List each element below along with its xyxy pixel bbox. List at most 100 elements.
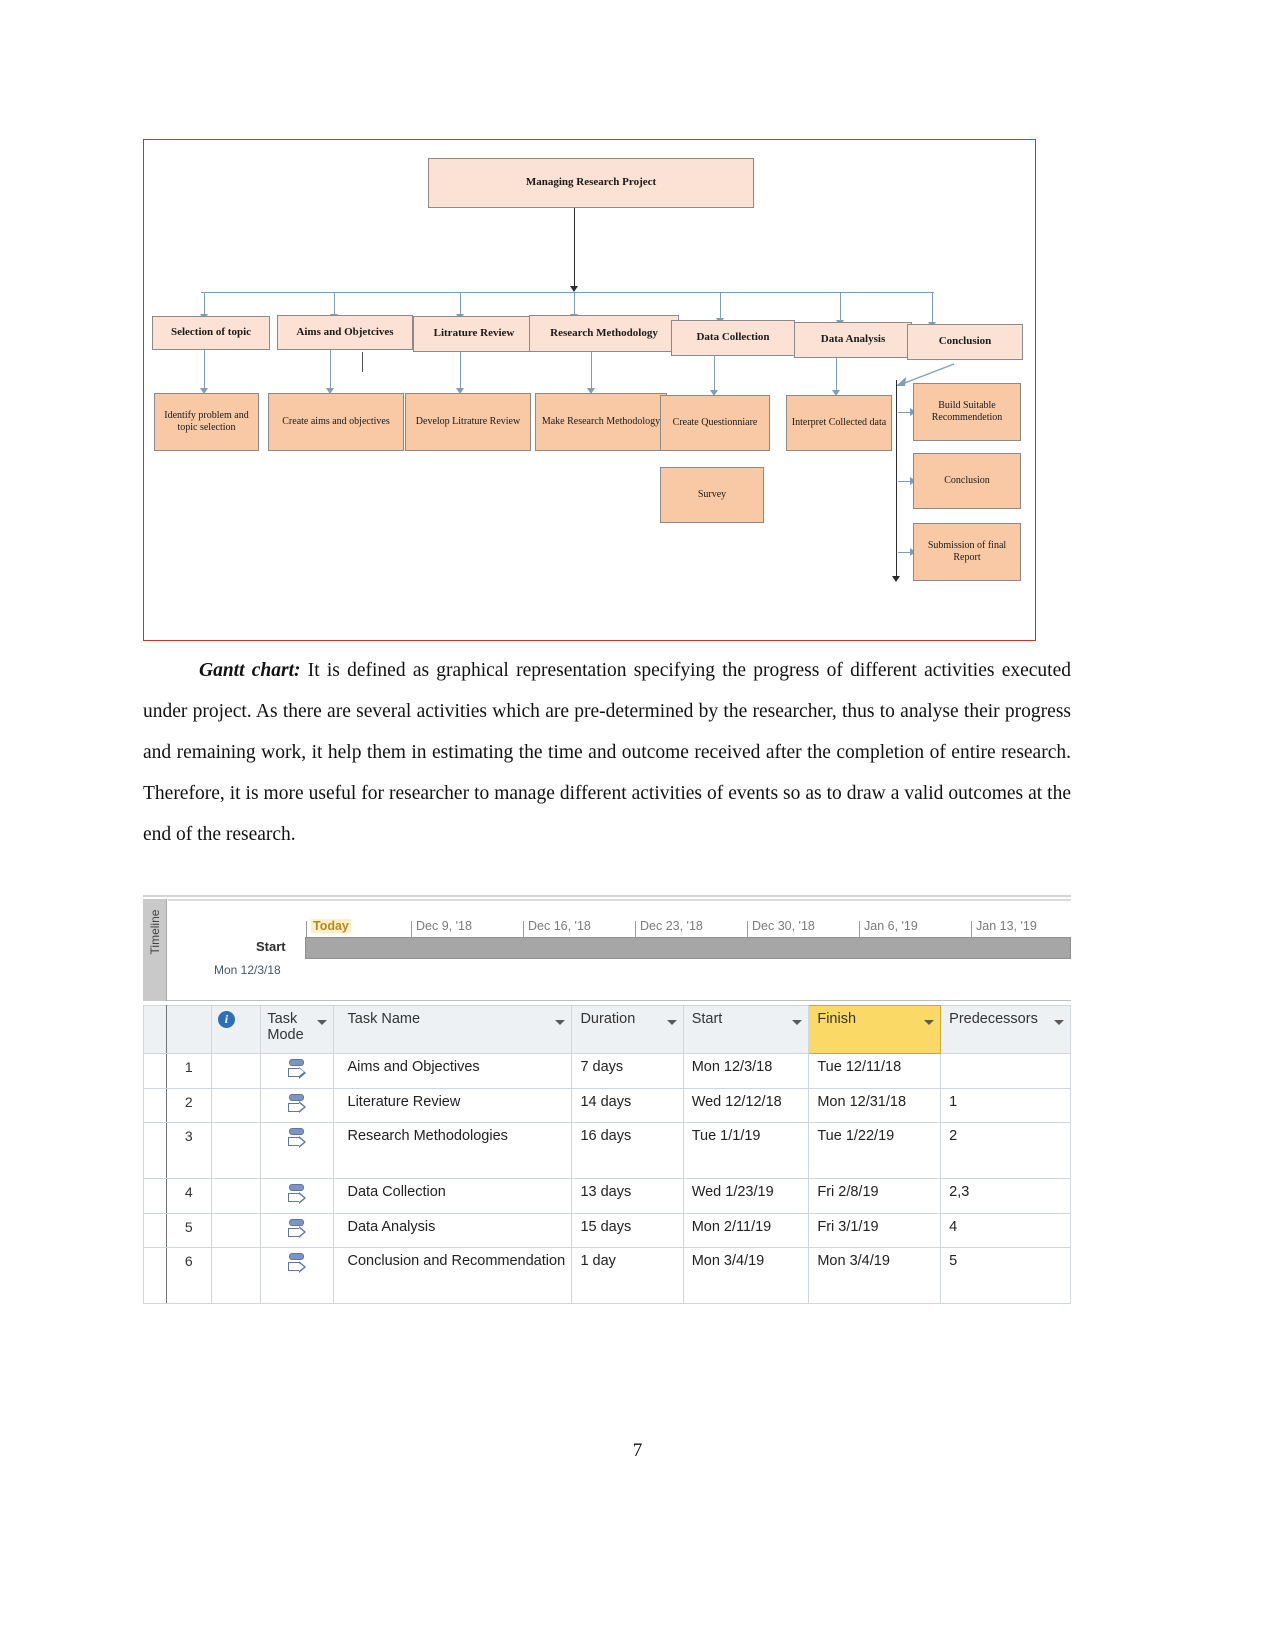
header-predecessors[interactable]: Predecessors (940, 1005, 1071, 1054)
row-start[interactable]: Mon 3/4/19 (682, 1247, 810, 1305)
row-predecessors[interactable]: 5 (940, 1247, 1071, 1305)
row-task-name[interactable]: Aims and Objectives (332, 1053, 573, 1089)
row-finish[interactable]: Tue 1/22/19 (808, 1122, 942, 1180)
row-task-mode[interactable] (260, 1122, 334, 1180)
row-duration[interactable]: 1 day (571, 1247, 684, 1305)
node-label: Data Collection (696, 331, 770, 344)
diagram-node-survey: Survey (660, 467, 764, 523)
header-finish[interactable]: Finish (808, 1005, 942, 1054)
row-duration[interactable]: 7 days (571, 1053, 684, 1089)
diagram-node-build-suitable-recommendation: Build Suitable Recommendetion (913, 383, 1021, 441)
row-start[interactable]: Tue 1/1/19 (682, 1122, 810, 1180)
timeline-tab[interactable]: Timeline (143, 899, 167, 1001)
row-duration[interactable]: 13 days (571, 1178, 684, 1214)
auto-schedule-icon (286, 1253, 308, 1275)
row-predecessors[interactable]: 1 (940, 1087, 1071, 1124)
row-duration[interactable]: 14 days (571, 1087, 684, 1124)
row-task-name[interactable]: Research Methodologies (332, 1122, 573, 1180)
node-label: Conclusion (938, 335, 992, 348)
chevron-down-icon[interactable] (666, 1020, 677, 1025)
row-indicator (210, 1212, 262, 1249)
chevron-down-icon[interactable] (555, 1020, 566, 1025)
row-start[interactable]: Mon 12/3/18 (682, 1053, 810, 1089)
timeline-panel: Timeline Today Dec 9, '18 Dec 16, '18 De… (143, 897, 1071, 1001)
node-label: Data Analysis (820, 333, 886, 346)
drop-line-l2-4 (591, 352, 592, 392)
row-id[interactable]: 2 (165, 1087, 212, 1124)
table-row[interactable]: 4 Data Collection 13 days Wed 1/23/19 Fr… (143, 1178, 1071, 1214)
diagram-node-make-research-methodology: Make Research Methodology (535, 393, 667, 451)
table-row[interactable]: 3 Research Methodologies 16 days Tue 1/1… (143, 1122, 1071, 1180)
row-task-mode[interactable] (260, 1212, 334, 1249)
header-start[interactable]: Start (682, 1005, 810, 1054)
node-label: Make Research Methodology (541, 415, 661, 427)
diagram-node-literature-review: Litrature Review (413, 316, 535, 352)
node-label: Litrature Review (433, 327, 515, 340)
row-task-name[interactable]: Literature Review (332, 1087, 573, 1124)
node-label: Create aims and objectives (282, 415, 390, 427)
table-header-row: i Task Mode Task Name Duration Start Fin… (143, 1005, 1071, 1054)
row-task-name[interactable]: Data Analysis (332, 1212, 573, 1249)
row-gutter (143, 1087, 167, 1124)
diagram-node-interpret-collected-data: Interpret Collected data (786, 395, 892, 451)
header-gutter (143, 1005, 167, 1054)
document-page: Managing Research Project Selection of t… (0, 0, 1275, 1650)
drop-line-l2-2 (330, 350, 331, 392)
row-finish[interactable]: Tue 12/11/18 (808, 1053, 942, 1089)
diagram-root-label: Managing Research Project (525, 176, 657, 189)
row-id[interactable]: 6 (165, 1247, 212, 1305)
drop-line-l2-6 (836, 358, 837, 394)
header-task-mode-label: Task Mode (267, 1011, 304, 1043)
row-task-name[interactable]: Data Collection (332, 1178, 573, 1214)
header-duration[interactable]: Duration (571, 1005, 684, 1054)
diagram-node-identify-problem: Identify problem and topic selection (154, 393, 259, 451)
diagram-node-develop-literature-review: Develop Litrature Review (405, 393, 531, 451)
row-finish[interactable]: Mon 12/31/18 (808, 1087, 942, 1124)
table-row[interactable]: 2 Literature Review 14 days Wed 12/12/18… (143, 1087, 1071, 1124)
ms-project-gantt-screenshot: Timeline Today Dec 9, '18 Dec 16, '18 De… (143, 895, 1071, 1305)
row-task-mode[interactable] (260, 1247, 334, 1305)
row-task-name[interactable]: Conclusion and Recommendation (332, 1247, 573, 1305)
header-id (165, 1005, 212, 1054)
row-start[interactable]: Mon 2/11/19 (682, 1212, 810, 1249)
row-predecessors[interactable] (940, 1053, 1071, 1089)
row-id[interactable]: 3 (165, 1122, 212, 1180)
chevron-down-icon[interactable] (1054, 1020, 1064, 1025)
row-id[interactable]: 4 (165, 1178, 212, 1214)
row-predecessors[interactable]: 4 (940, 1212, 1071, 1249)
row-task-mode[interactable] (260, 1178, 334, 1214)
chevron-down-icon[interactable] (316, 1020, 327, 1025)
chevron-down-icon[interactable] (924, 1020, 935, 1025)
row-finish[interactable]: Mon 3/4/19 (808, 1247, 942, 1305)
table-row[interactable]: 5 Data Analysis 15 days Mon 2/11/19 Fri … (143, 1212, 1071, 1249)
header-task-name[interactable]: Task Name (332, 1005, 573, 1054)
row-start[interactable]: Wed 1/23/19 (682, 1178, 810, 1214)
chevron-down-icon[interactable] (792, 1020, 803, 1025)
table-row[interactable]: 1 Aims and Objectives 7 days Mon 12/3/18… (143, 1053, 1071, 1089)
header-indicators[interactable]: i (210, 1005, 262, 1054)
row-task-mode[interactable] (260, 1053, 334, 1089)
row-start[interactable]: Wed 12/12/18 (682, 1087, 810, 1124)
info-icon: i (217, 1011, 235, 1028)
row-task-mode[interactable] (260, 1087, 334, 1124)
timeline-body[interactable]: Today Dec 9, '18 Dec 16, '18 Dec 23, '18… (168, 899, 1071, 1000)
row-duration[interactable]: 16 days (571, 1122, 684, 1180)
row-id[interactable]: 1 (165, 1053, 212, 1089)
row-duration[interactable]: 15 days (571, 1212, 684, 1249)
row-id[interactable]: 5 (165, 1212, 212, 1249)
diagram-node-data-collection: Data Collection (671, 320, 795, 356)
auto-schedule-icon (286, 1093, 308, 1116)
row-predecessors[interactable]: 2,3 (940, 1178, 1071, 1214)
header-finish-label: Finish (817, 1011, 857, 1027)
header-task-mode[interactable]: Task Mode (260, 1005, 334, 1054)
drop-line-l2-5 (714, 356, 715, 394)
paragraph-lead-in: Gantt chart: (199, 660, 301, 681)
timeline-project-bar[interactable] (305, 937, 1071, 959)
row-predecessors[interactable]: 2 (940, 1122, 1071, 1180)
row-finish[interactable]: Fri 2/8/19 (808, 1178, 942, 1214)
diagram-node-selection-of-topic: Selection of topic (152, 316, 270, 350)
table-row[interactable]: 6 Conclusion and Recommendation 1 day Mo… (143, 1247, 1071, 1305)
node-label: Research Methodology (550, 326, 658, 339)
diagram-node-research-methodology: Research Methodology (529, 315, 679, 352)
row-finish[interactable]: Fri 3/1/19 (808, 1212, 942, 1249)
